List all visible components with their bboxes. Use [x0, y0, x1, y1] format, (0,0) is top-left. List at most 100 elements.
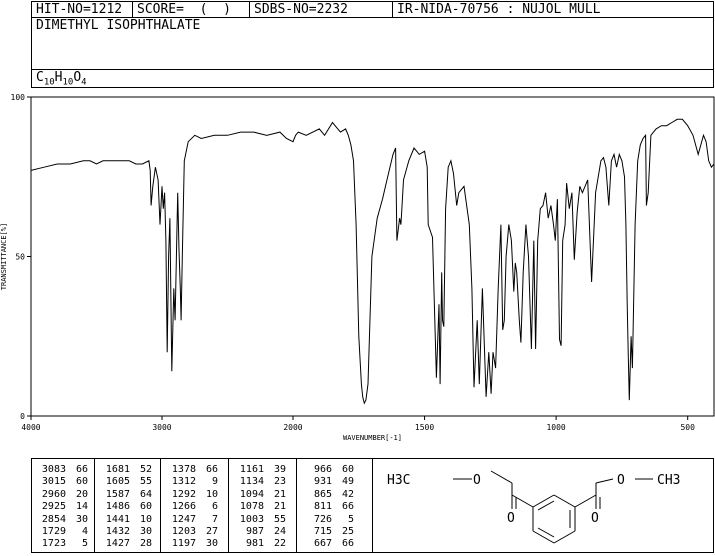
peak-row: 811 66	[302, 501, 354, 513]
peak-column: 1681 52 1605 55 1587 64 1486 60 1441 10 1432 30 1427…	[100, 464, 152, 551]
peak-transmittance: 4	[81, 525, 88, 537]
peak-transmittance: 42	[341, 488, 354, 500]
ir-id: IR-NIDA-70756 : NUJOL MULL	[397, 2, 601, 17]
peak-wavenumber: 1729	[41, 525, 66, 537]
peak-transmittance: 28	[139, 538, 152, 550]
peak-row: 1441 10	[100, 514, 152, 526]
peak-wavenumber: 1723	[41, 538, 66, 550]
peak-row: 3083 66	[36, 464, 88, 476]
peak-transmittance: 24	[273, 525, 286, 537]
peak-transmittance: 14	[75, 501, 88, 513]
peak-column-divider	[94, 459, 95, 552]
peak-wavenumber: 1427	[105, 538, 130, 550]
structure-box: H3C O O O O CH3	[372, 458, 714, 553]
peak-row: 1266 6	[166, 501, 218, 513]
right-methyl-label: CH3	[657, 473, 680, 488]
compound-name: DIMETHYL ISOPHTHALATE	[36, 18, 201, 33]
peak-wavenumber: 726	[313, 513, 332, 525]
peak-transmittance: 64	[139, 488, 152, 500]
right-carbonyl-oxygen: O	[591, 511, 599, 526]
peak-wavenumber: 3083	[41, 464, 66, 475]
left-methyl-label: H3C	[387, 473, 410, 488]
peak-transmittance: 39	[273, 464, 286, 475]
peak-transmittance: 25	[341, 525, 354, 537]
peak-row: 1292 10	[166, 489, 218, 501]
peak-wavenumber: 931	[313, 476, 332, 488]
score: SCORE= ( )	[137, 2, 231, 17]
peak-transmittance: 55	[273, 513, 286, 525]
peak-wavenumber: 811	[313, 501, 332, 513]
y-axis-label: TRANSMITTANCE[%]	[0, 223, 8, 290]
peak-transmittance: 60	[75, 476, 88, 488]
peak-row: 1161 39	[234, 464, 286, 476]
peak-transmittance: 9	[211, 476, 218, 488]
peak-wavenumber: 1247	[171, 513, 196, 525]
peak-transmittance: 66	[75, 464, 88, 475]
peak-column-divider	[160, 459, 161, 552]
formula-box: C10H10O4	[31, 69, 714, 88]
peak-row: 1078 21	[234, 501, 286, 513]
right-ester-oxygen: O	[617, 473, 625, 488]
peak-column: 1161 39 1134 23 1094 21 1078 21 1003 55 987 24 981 22	[234, 464, 286, 551]
peak-wavenumber: 715	[313, 525, 332, 537]
peak-row: 931 49	[302, 476, 354, 488]
peak-wavenumber: 1003	[239, 513, 264, 525]
peak-row: 987 24	[234, 526, 286, 538]
peak-row: 715 25	[302, 526, 354, 538]
peak-transmittance: 5	[81, 538, 88, 550]
molecular-structure: H3C O O O O CH3	[387, 470, 680, 544]
peak-wavenumber: 981	[245, 538, 264, 550]
peak-wavenumber: 3015	[41, 476, 66, 488]
peak-wavenumber: 1441	[105, 513, 130, 525]
peak-transmittance: 66	[341, 538, 354, 550]
x-tick-label: 4000	[21, 423, 40, 432]
peak-wavenumber: 2960	[41, 488, 66, 500]
peak-row: 1094 21	[234, 489, 286, 501]
y-tick-label: 0	[20, 412, 25, 421]
peak-wavenumber: 1486	[105, 501, 130, 513]
peak-transmittance: 66	[205, 464, 218, 475]
y-tick-label: 100	[11, 93, 26, 102]
molecular-formula: C10H10O4	[36, 70, 87, 88]
peak-row: 966 60	[302, 464, 354, 476]
peak-transmittance: 30	[139, 525, 152, 537]
peak-column-divider	[228, 459, 229, 552]
peak-row: 2854 30	[36, 514, 88, 526]
peak-row: 1729 4	[36, 526, 88, 538]
peak-row: 1378 66	[166, 464, 218, 476]
peak-transmittance: 23	[273, 476, 286, 488]
peak-transmittance: 30	[205, 538, 218, 550]
peak-transmittance: 5	[347, 513, 354, 525]
peak-transmittance: 21	[273, 501, 286, 513]
peak-row: 1134 23	[234, 476, 286, 488]
peak-transmittance: 66	[341, 501, 354, 513]
plot-frame	[30, 96, 715, 417]
compound-name-box: DIMETHYL ISOPHTHALATE	[31, 17, 714, 70]
left-carbonyl-oxygen: O	[507, 511, 515, 526]
peak-transmittance: 7	[211, 513, 218, 525]
peak-row: 1723 5	[36, 538, 88, 550]
peak-wavenumber: 865	[313, 488, 332, 500]
peak-transmittance: 10	[205, 488, 218, 500]
peak-row: 981 22	[234, 538, 286, 550]
peak-transmittance: 49	[341, 476, 354, 488]
peak-wavenumber: 2854	[41, 513, 66, 525]
peak-wavenumber: 1292	[171, 488, 196, 500]
peak-wavenumber: 1094	[239, 488, 264, 500]
x-tick-label: 500	[680, 423, 695, 432]
peak-transmittance: 52	[139, 464, 152, 475]
peak-wavenumber: 1078	[239, 501, 264, 513]
hit-number: HIT-NO=1212	[36, 2, 123, 17]
peak-wavenumber: 1161	[239, 464, 264, 475]
ir-spectrum-chart: 4000 3000 2000 1500 1000 500 0 50 100 WAVENUMBER[…	[0, 93, 715, 442]
peak-transmittance: 20	[75, 488, 88, 500]
peak-wavenumber: 1681	[105, 464, 130, 475]
peak-row: 1203 27	[166, 526, 218, 538]
peak-row: 1605 55	[100, 476, 152, 488]
spectrum-header: HIT-NO=1212 SCORE= ( ) SDBS-NO=2232 IR-N…	[31, 1, 714, 18]
peak-table: 3083 66 3015 60 2960 20 2925 14 2854 30 1729 4 1723 5…	[31, 458, 373, 553]
peak-wavenumber: 1378	[171, 464, 196, 475]
peak-row: 865 42	[302, 489, 354, 501]
peak-wavenumber: 1197	[171, 538, 196, 550]
peak-transmittance: 10	[139, 513, 152, 525]
